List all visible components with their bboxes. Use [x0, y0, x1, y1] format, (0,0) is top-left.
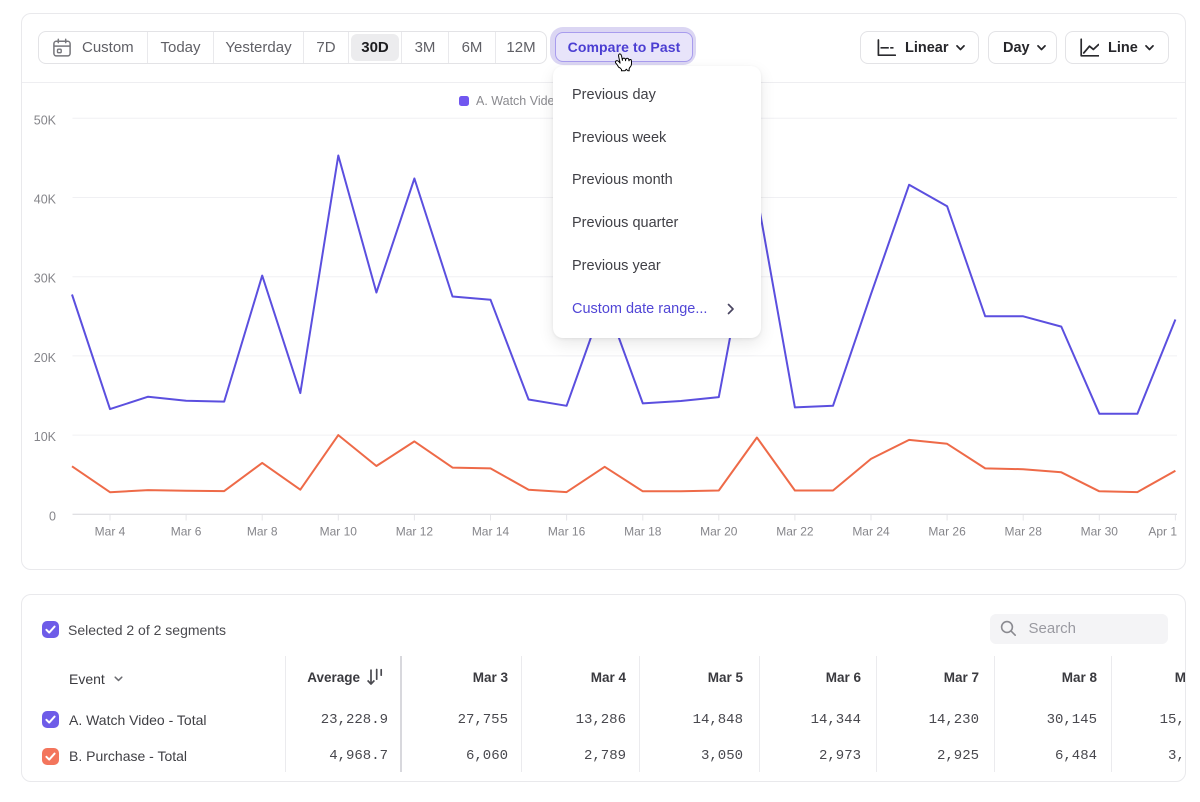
- svg-text:Mar 28: Mar 28: [1005, 525, 1043, 539]
- svg-text:0: 0: [49, 509, 56, 523]
- svg-text:Mar 8: Mar 8: [247, 525, 278, 539]
- svg-text:Mar 10: Mar 10: [320, 525, 358, 539]
- svg-text:Mar 16: Mar 16: [548, 525, 586, 539]
- svg-text:Mar 30: Mar 30: [1081, 525, 1119, 539]
- svg-text:Mar 6: Mar 6: [171, 525, 202, 539]
- svg-text:Mar 14: Mar 14: [472, 525, 510, 539]
- svg-text:Apr 1: Apr 1: [1148, 525, 1177, 539]
- svg-text:20K: 20K: [34, 351, 57, 365]
- svg-text:Mar 26: Mar 26: [928, 525, 966, 539]
- svg-text:Mar 22: Mar 22: [776, 525, 814, 539]
- svg-text:Mar 4: Mar 4: [95, 525, 126, 539]
- svg-text:40K: 40K: [34, 193, 57, 207]
- svg-text:Mar 18: Mar 18: [624, 525, 662, 539]
- svg-text:50K: 50K: [34, 113, 57, 127]
- svg-text:Mar 12: Mar 12: [396, 525, 434, 539]
- svg-text:Mar 20: Mar 20: [700, 525, 738, 539]
- svg-text:Mar 24: Mar 24: [852, 525, 890, 539]
- svg-text:10K: 10K: [34, 430, 57, 444]
- svg-text:30K: 30K: [34, 272, 57, 286]
